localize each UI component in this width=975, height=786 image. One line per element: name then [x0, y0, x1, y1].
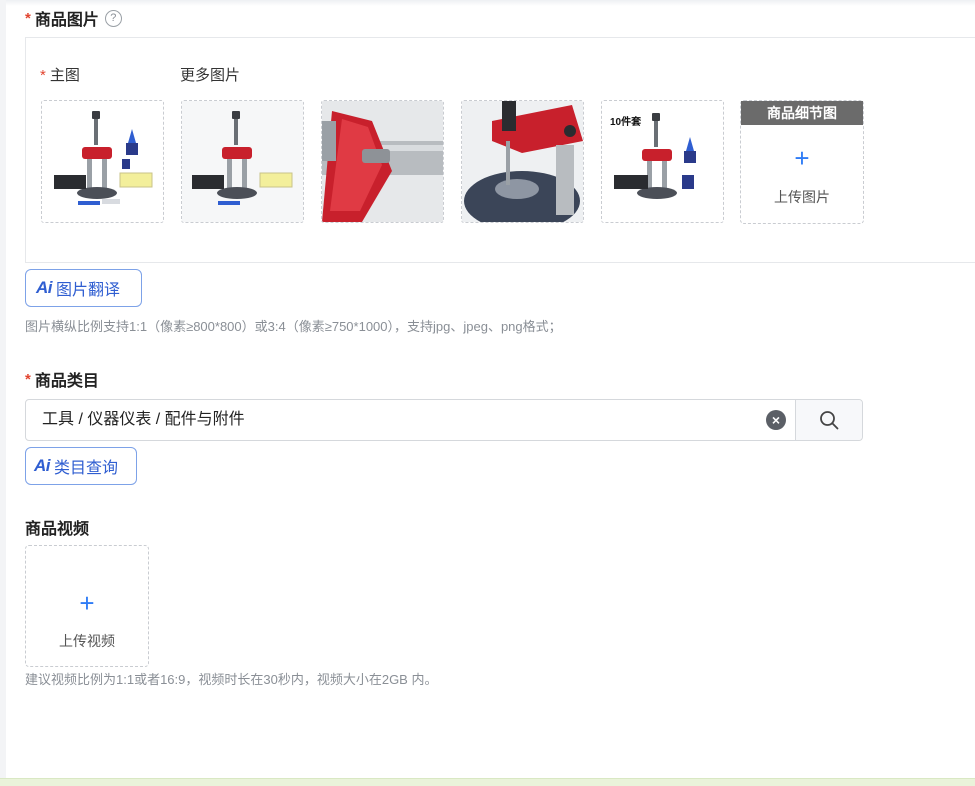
left-rail — [0, 0, 6, 785]
more-image-thumbnail-4[interactable]: 10件套 — [601, 100, 724, 223]
video-hint: 建议视频比例为1:1或者16:9，视频时长在30秒内，视频大小在2GB 内。 — [25, 672, 438, 687]
upload-image-text: 上传图片 — [774, 189, 830, 205]
more-image-thumbnail-1[interactable] — [181, 100, 304, 223]
tool-kit-image — [42, 101, 163, 222]
video-upload[interactable]: + 上传视频 — [25, 545, 149, 667]
main-image-thumbnail[interactable] — [41, 100, 164, 223]
press-tool-closeup-image — [462, 101, 583, 222]
question-circle-icon[interactable]: ? — [104, 9, 122, 27]
category-field[interactable]: 工具 / 仪器仪表 / 配件与附件 × — [25, 399, 863, 441]
upload-video-text: 上传视频 — [59, 633, 115, 649]
red-clamp-closeup-image — [322, 101, 443, 222]
main-image-label: * 主图 — [40, 64, 80, 85]
plus-icon: + — [79, 588, 95, 618]
category-label: * 商品类目 — [25, 367, 99, 391]
detail-image-upload[interactable]: 商品细节图 + 上传图片 — [740, 100, 864, 224]
required-mark: * — [25, 9, 31, 27]
ai-icon: Ai — [36, 278, 53, 297]
clear-icon[interactable]: × — [766, 410, 786, 430]
required-mark: * — [25, 370, 31, 388]
category-value: 工具 / 仪器仪表 / 配件与附件 — [42, 411, 245, 428]
top-shadow — [6, 0, 975, 6]
detail-image-tag: 商品细节图 — [741, 101, 863, 125]
category-search-button[interactable] — [795, 400, 862, 440]
more-image-thumbnail-3[interactable] — [461, 100, 584, 223]
ai-image-translate-label: 图片翻译 — [56, 282, 121, 299]
main-image-text: 主图 — [49, 67, 80, 84]
plus-icon: + — [794, 143, 810, 173]
search-icon — [820, 411, 839, 430]
video-label: 商品视频 — [25, 515, 89, 539]
category-title: 商品类目 — [34, 373, 99, 390]
ai-image-translate-button[interactable]: Ai 图片翻译 — [25, 269, 142, 307]
image-hint: 图片横纵比例支持1:1（像素≥800*800）或3:4（像素≥750*1000）… — [25, 319, 562, 334]
product-images-label: * 商品图片 ? — [25, 6, 122, 30]
more-image-thumbnail-2[interactable] — [321, 100, 444, 223]
image-badge: 10件套 — [610, 117, 642, 128]
product-images-title: 商品图片 — [34, 12, 99, 29]
required-mark: * — [40, 67, 46, 84]
ai-icon: Ai — [34, 456, 51, 475]
ai-category-query-button[interactable]: Ai 类目查询 — [25, 447, 137, 485]
more-images-label: 更多图片 — [180, 67, 241, 84]
video-title: 商品视频 — [25, 521, 90, 538]
ai-category-query-label: 类目查询 — [54, 460, 119, 477]
tool-kit-image — [182, 101, 303, 222]
